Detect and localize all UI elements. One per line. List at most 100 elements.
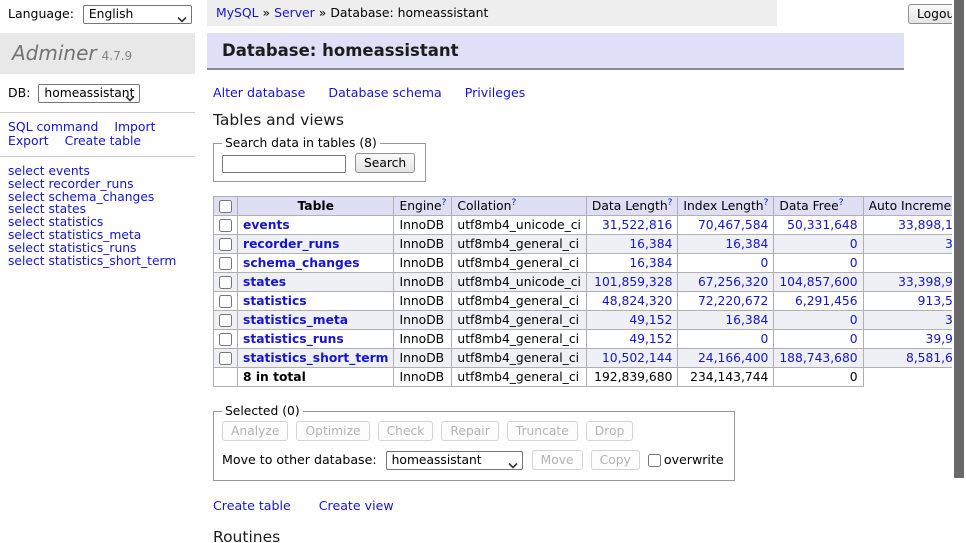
table-link[interactable]: schema_changes xyxy=(243,256,360,270)
data-length-link[interactable]: 16,384 xyxy=(629,256,672,270)
export-link[interactable]: Export xyxy=(8,133,49,148)
check-button[interactable]: Check xyxy=(378,421,434,441)
data-length-link[interactable]: 31,522,816 xyxy=(602,218,672,232)
index-length-link[interactable]: 0 xyxy=(761,256,769,270)
alter-database-link[interactable]: Alter database xyxy=(213,85,305,100)
data-free-link[interactable]: 0 xyxy=(850,256,858,270)
column-header-data-free: Data Free? xyxy=(774,197,863,216)
row-checkbox[interactable] xyxy=(219,238,232,251)
table-link[interactable]: statistics_short_term xyxy=(243,351,388,365)
help-link[interactable]: ? xyxy=(668,198,673,208)
breadcrumb-mysql-link[interactable]: MySQL xyxy=(216,5,259,20)
language-select[interactable]: English xyxy=(83,5,192,24)
row-checkbox[interactable] xyxy=(219,219,232,232)
data-length-link[interactable]: 49,152 xyxy=(629,332,672,346)
copy-button[interactable]: Copy xyxy=(591,450,640,470)
row-checkbox[interactable] xyxy=(219,352,232,365)
app-version: 4.7.9 xyxy=(102,49,133,63)
move-button[interactable]: Move xyxy=(532,450,583,470)
row-checkbox[interactable] xyxy=(219,257,232,270)
sidebar-item-statistics-meta[interactable]: select statistics_meta xyxy=(8,229,195,242)
data-free-link[interactable]: 0 xyxy=(850,237,858,251)
scrollbar-thumb[interactable] xyxy=(954,0,964,478)
optimize-button[interactable]: Optimize xyxy=(296,421,369,441)
privileges-link[interactable]: Privileges xyxy=(465,85,526,100)
db-label: DB: xyxy=(8,85,30,100)
search-button[interactable]: Search xyxy=(355,153,415,173)
sidebar-item-recorder-runs[interactable]: select recorder_runs xyxy=(8,178,195,191)
sidebar-actions: SQL command Import Export Create table xyxy=(0,113,195,156)
table-row: schema_changes InnoDB utf8mb4_general_ci… xyxy=(214,254,966,273)
sql-command-link[interactable]: SQL command xyxy=(8,119,98,134)
table-link[interactable]: statistics xyxy=(243,294,307,308)
data-length-link[interactable]: 49,152 xyxy=(629,313,672,327)
select-all-checkbox[interactable] xyxy=(219,200,232,213)
drop-button[interactable]: Drop xyxy=(586,421,634,441)
total-data-length: 192,839,680 xyxy=(586,368,677,387)
row-checkbox[interactable] xyxy=(219,276,232,289)
data-free-link[interactable]: 50,331,648 xyxy=(787,218,857,232)
help-link[interactable]: ? xyxy=(839,198,844,208)
table-link[interactable]: states xyxy=(243,275,286,289)
index-length-link[interactable]: 67,256,320 xyxy=(698,275,768,289)
row-checkbox[interactable] xyxy=(219,314,232,327)
table-link[interactable]: statistics_meta xyxy=(243,313,348,327)
search-fieldset: Search data in tables (8) Search xyxy=(213,136,426,182)
index-length-link[interactable]: 70,467,584 xyxy=(698,218,768,232)
import-link[interactable]: Import xyxy=(114,119,155,134)
data-free-link[interactable]: 6,291,456 xyxy=(795,294,858,308)
database-schema-link[interactable]: Database schema xyxy=(328,85,441,100)
table-link[interactable]: statistics_runs xyxy=(243,332,344,346)
row-checkbox[interactable] xyxy=(219,295,232,308)
index-length-link[interactable]: 0 xyxy=(761,332,769,346)
data-length-link[interactable]: 101,859,328 xyxy=(594,275,672,289)
scrollbar[interactable] xyxy=(952,0,966,543)
sidebar-item-statistics-runs[interactable]: select statistics_runs xyxy=(8,242,195,255)
truncate-button[interactable]: Truncate xyxy=(507,421,578,441)
app-brand: Adminer4.7.9 xyxy=(0,33,195,74)
row-checkbox[interactable] xyxy=(219,333,232,346)
repair-button[interactable]: Repair xyxy=(441,421,498,441)
data-free-link[interactable]: 0 xyxy=(850,332,858,346)
help-link[interactable]: ? xyxy=(442,198,447,208)
search-input[interactable] xyxy=(222,155,346,173)
index-length-link[interactable]: 24,166,400 xyxy=(698,351,768,365)
data-free-link[interactable]: 0 xyxy=(850,313,858,327)
index-length-link[interactable]: 16,384 xyxy=(725,237,768,251)
collation-cell: utf8mb4_unicode_ci xyxy=(452,273,587,292)
index-length-link[interactable]: 16,384 xyxy=(725,313,768,327)
data-length-link[interactable]: 48,824,320 xyxy=(602,294,672,308)
table-total-row: 8 in total InnoDB utf8mb4_general_ci 192… xyxy=(214,368,966,387)
database-actions: Alter database Database schema Privilege… xyxy=(213,85,943,100)
help-link[interactable]: ? xyxy=(764,198,769,208)
chevron-down-icon xyxy=(125,90,135,107)
overwrite-checkbox[interactable] xyxy=(648,454,661,467)
column-header-table: Table xyxy=(238,197,394,216)
sidebar-item-events[interactable]: select events xyxy=(8,165,195,178)
collation-cell: utf8mb4_general_ci xyxy=(452,292,587,311)
db-select[interactable]: homeassistant xyxy=(38,84,140,103)
create-links-row: Create table Create view xyxy=(213,498,943,513)
breadcrumb-separator: » xyxy=(263,5,271,20)
breadcrumb-server-link[interactable]: Server xyxy=(274,5,315,20)
data-free-link[interactable]: 104,857,600 xyxy=(779,275,857,289)
create-table-link[interactable]: Create table xyxy=(65,133,142,148)
move-database-select[interactable]: homeassistant xyxy=(386,451,523,470)
data-free-link[interactable]: 188,743,680 xyxy=(779,351,857,365)
help-link[interactable]: ? xyxy=(511,198,516,208)
analyze-button[interactable]: Analyze xyxy=(222,421,288,441)
engine-cell: InnoDB xyxy=(394,330,452,349)
engine-cell: InnoDB xyxy=(394,254,452,273)
table-row: states InnoDB utf8mb4_unicode_ci 101,859… xyxy=(214,273,966,292)
index-length-link[interactable]: 72,220,672 xyxy=(698,294,768,308)
sidebar-item-statistics-short-term[interactable]: select statistics_short_term xyxy=(8,255,195,268)
table-link[interactable]: events xyxy=(243,218,290,232)
create-table-link[interactable]: Create table xyxy=(213,498,291,513)
table-row: statistics_short_term InnoDB utf8mb4_gen… xyxy=(214,349,966,368)
create-view-link[interactable]: Create view xyxy=(319,498,394,513)
engine-cell: InnoDB xyxy=(394,273,452,292)
table-header-row: Table Engine? Collation? Data Length? In… xyxy=(214,197,966,216)
data-length-link[interactable]: 10,502,144 xyxy=(602,351,672,365)
table-link[interactable]: recorder_runs xyxy=(243,237,339,251)
data-length-link[interactable]: 16,384 xyxy=(629,237,672,251)
